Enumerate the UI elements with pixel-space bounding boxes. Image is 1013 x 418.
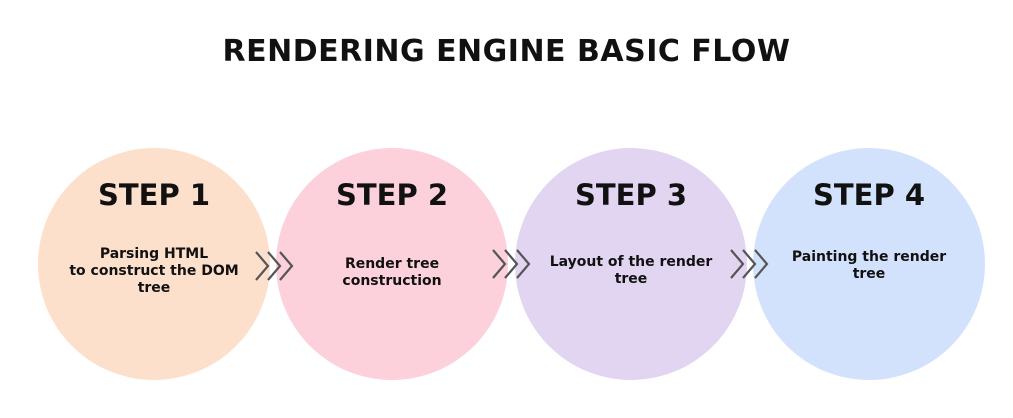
step-2-label: STEP 2 (335, 178, 448, 212)
triple-chevron-right-icon (730, 249, 769, 279)
step-1-circle: STEP 1 Parsing HTML to construct the DOM… (38, 148, 270, 380)
step-3-circle: STEP 3 Layout of the render tree (515, 148, 747, 380)
step-2-description: Render tree construction (342, 256, 442, 289)
diagram-title: RENDERING ENGINE BASIC FLOW (222, 34, 791, 69)
step-4-description: Painting the render tree (791, 249, 947, 282)
step-3-label: STEP 3 (574, 178, 687, 212)
step-1-label: STEP 1 (97, 178, 210, 212)
step-1-description: Parsing HTML to construct the DOM tree (69, 246, 239, 296)
step-4-circle: STEP 4 Painting the render tree (753, 148, 985, 380)
triple-chevron-right-icon (492, 249, 531, 279)
triple-chevron-right-icon (255, 251, 294, 281)
step-2-circle: STEP 2 Render tree construction (276, 148, 508, 380)
step-3-description: Layout of the render tree (549, 254, 713, 287)
step-4-label: STEP 4 (812, 178, 925, 212)
